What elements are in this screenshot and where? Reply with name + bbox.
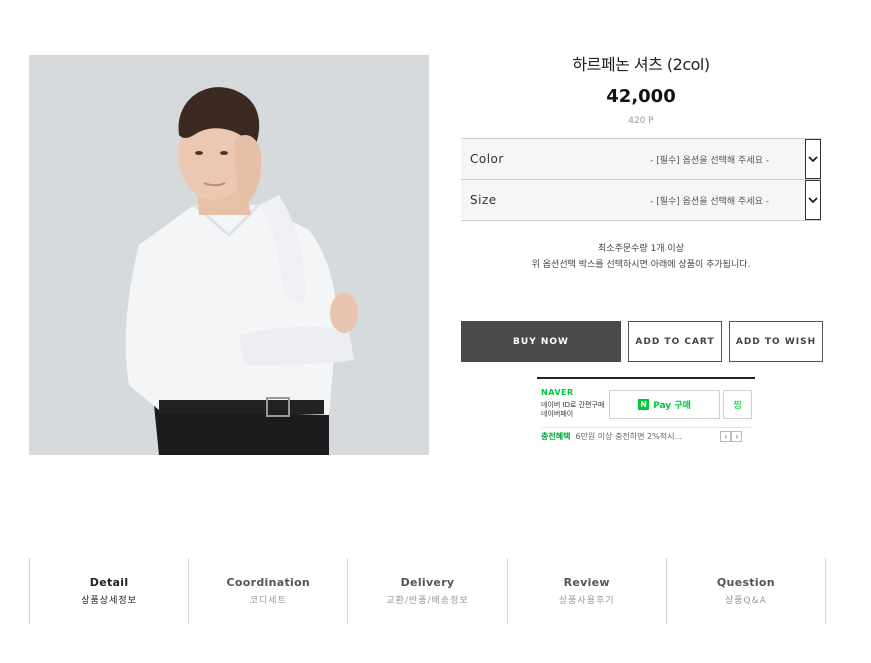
- tab-sublabel: 상품상세정보: [81, 596, 137, 606]
- detail-tabs: Detail 상품상세정보 Coordination 코디세트 Delivery…: [29, 558, 827, 624]
- option-row-color: Color - [필수] 옵션을 선택해 주세요 -: [461, 139, 821, 180]
- tab-label: Delivery: [400, 576, 455, 589]
- product-price: 42,000: [606, 86, 676, 107]
- option-table: Color - [필수] 옵션을 선택해 주세요 - Size - [필수] 옵…: [461, 138, 821, 221]
- option-hint-text: 위 옵션선택 박스를 선택하시면 아래에 상품이 추가됩니다.: [531, 260, 751, 270]
- chevron-down-icon[interactable]: [805, 180, 821, 220]
- option-label-size: Size: [470, 193, 497, 207]
- chevron-left-icon[interactable]: ‹: [720, 431, 732, 442]
- tab-label: Review: [563, 576, 610, 589]
- tab-label: Question: [716, 576, 775, 589]
- min-qty-text: 최소주문수량 1개 이상: [598, 244, 684, 254]
- chevron-down-icon[interactable]: [805, 139, 821, 179]
- product-title: 하르페논 셔츠 (2col): [572, 55, 710, 74]
- naver-pay-button-label: Pay 구매: [653, 401, 691, 411]
- product-image[interactable]: [29, 55, 429, 455]
- size-select-value: - [필수] 옵션을 선택해 주세요 -: [650, 196, 769, 207]
- order-notice: 최소주문수량 1개 이상 위 옵션선택 박스를 선택하시면 아래에 상품이 추가…: [461, 241, 821, 273]
- tab-review[interactable]: Review 상품사용후기: [508, 558, 667, 624]
- tab-sublabel: 상품사용후기: [558, 596, 615, 606]
- color-select-value: - [필수] 옵션을 선택해 주세요 -: [650, 155, 769, 166]
- naver-pay-button[interactable]: N Pay 구매: [609, 390, 720, 419]
- product-info: 하르페논 셔츠 (2col) 42,000 420 P Color - [필수]…: [461, 53, 821, 273]
- tab-question[interactable]: Question 상품Q&A: [667, 558, 827, 624]
- benefit-text[interactable]: 6만원 이상 충전하면 2%적시...: [575, 431, 715, 442]
- tab-detail[interactable]: Detail 상품상세정보: [30, 558, 190, 624]
- naver-pay-widget: NAVER 네이버 ID로 간편구매 네이버페이 N Pay 구매 찜 충전혜택…: [537, 377, 755, 447]
- product-points: 420 P: [628, 116, 654, 126]
- product-photo-illustration: [29, 55, 429, 455]
- benefit-nav: ‹ ›: [720, 431, 743, 442]
- tab-sublabel: 교환/반품/배송정보: [386, 596, 469, 606]
- naver-pay-description: 네이버 ID로 간편구매 네이버페이: [541, 401, 605, 418]
- option-label-color: Color: [470, 152, 504, 166]
- add-to-wish-button[interactable]: ADD TO WISH: [729, 321, 823, 362]
- tab-label: Detail: [89, 576, 129, 589]
- option-row-size: Size - [필수] 옵션을 선택해 주세요 -: [461, 180, 821, 221]
- color-select[interactable]: - [필수] 옵션을 선택해 주세요 -: [551, 139, 821, 179]
- naver-benefit-bar: 충전혜택 6만원 이상 충전하면 2%적시... ‹ ›: [541, 427, 753, 445]
- action-buttons: BUY NOW ADD TO CART ADD TO WISH: [461, 321, 823, 362]
- naver-n-icon: N: [638, 399, 650, 410]
- chevron-right-icon[interactable]: ›: [731, 431, 743, 442]
- tab-label: Coordination: [226, 576, 311, 589]
- tab-sublabel: 코디세트: [249, 596, 287, 606]
- size-select[interactable]: - [필수] 옵션을 선택해 주세요 -: [551, 180, 821, 220]
- tab-coordination[interactable]: Coordination 코디세트: [189, 558, 349, 624]
- naver-logo: NAVER: [541, 388, 574, 397]
- tab-delivery[interactable]: Delivery 교환/반품/배송정보: [348, 558, 508, 624]
- tab-sublabel: 상품Q&A: [725, 596, 767, 606]
- naver-zzim-button[interactable]: 찜: [723, 390, 752, 419]
- benefit-label: 충전혜택: [541, 432, 571, 441]
- buy-now-button[interactable]: BUY NOW: [461, 321, 621, 362]
- add-to-cart-button[interactable]: ADD TO CART: [628, 321, 722, 362]
